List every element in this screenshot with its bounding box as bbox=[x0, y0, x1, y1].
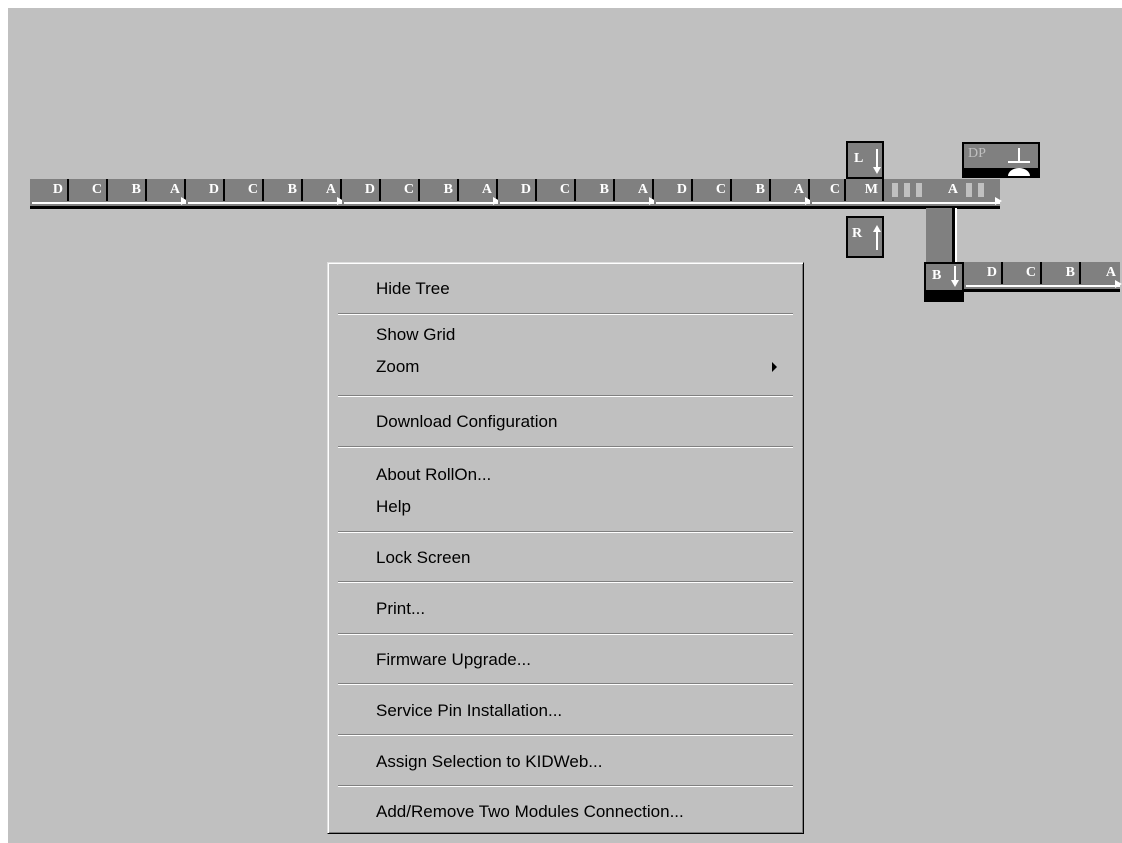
menu-separator bbox=[338, 734, 793, 736]
menu-item-download-configuration[interactable]: Download Configuration bbox=[332, 406, 799, 438]
menu-item-lock-screen[interactable]: Lock Screen bbox=[332, 542, 799, 574]
zone-4-d: D bbox=[498, 179, 537, 201]
menu-item-help[interactable]: Help bbox=[332, 491, 799, 523]
menu-item-label: Assign Selection to KIDWeb... bbox=[376, 752, 603, 771]
zone-4-c: C bbox=[537, 179, 576, 201]
dome-icon bbox=[1008, 168, 1030, 176]
branch-b-label: B bbox=[932, 268, 942, 283]
branch-zone[interactable]: D C B A bbox=[964, 262, 1122, 292]
zone-3-d: D bbox=[342, 179, 381, 201]
arrow-down-icon bbox=[873, 149, 881, 174]
merge-c: C bbox=[810, 179, 846, 201]
menu-item-label: Lock Screen bbox=[376, 548, 471, 567]
zone-3[interactable]: D C B A bbox=[342, 179, 500, 209]
menu-item-show-grid[interactable]: Show Grid bbox=[332, 319, 799, 351]
zone-5-flow-arrow bbox=[656, 197, 812, 205]
menu-item-about[interactable]: About RollOn... bbox=[332, 459, 799, 491]
roller-icon bbox=[962, 182, 992, 198]
branch-b-box[interactable]: B bbox=[924, 262, 964, 302]
menu-item-label: Hide Tree bbox=[376, 279, 450, 298]
merge-a: A bbox=[947, 182, 958, 197]
zone-1-flow-arrow bbox=[32, 197, 188, 205]
menu-item-label: Add/Remove Two Modules Connection... bbox=[376, 802, 684, 821]
zone-3-flow-arrow bbox=[344, 197, 500, 205]
merge-flow-arrow bbox=[812, 197, 1002, 205]
menu-separator bbox=[338, 683, 793, 685]
branch-connector[interactable] bbox=[926, 208, 955, 264]
zone-2-d: D bbox=[186, 179, 225, 201]
menu-item-print[interactable]: Print... bbox=[332, 593, 799, 625]
menu-item-label: About RollOn... bbox=[376, 465, 492, 484]
zone-1-b: B bbox=[108, 179, 147, 201]
menu-separator bbox=[338, 581, 793, 583]
zone-4[interactable]: D C B A bbox=[498, 179, 656, 209]
branch-c: C bbox=[1003, 262, 1042, 284]
zone-4-flow-arrow bbox=[500, 197, 656, 205]
zone-2-c: C bbox=[225, 179, 264, 201]
menu-item-label: Service Pin Installation... bbox=[376, 701, 563, 720]
menu-item-label: Print... bbox=[376, 599, 426, 618]
arrow-down-icon bbox=[951, 266, 959, 287]
menu-separator bbox=[338, 531, 793, 533]
branch-d: D bbox=[964, 262, 1003, 284]
context-menu: Hide Tree Show Grid Zoom Download Config… bbox=[327, 262, 804, 834]
left-transfer-box[interactable]: L bbox=[846, 141, 884, 179]
menu-item-add-remove-connection[interactable]: Add/Remove Two Modules Connection... bbox=[332, 796, 799, 828]
branch-b: B bbox=[1042, 262, 1081, 284]
menu-separator bbox=[338, 313, 793, 315]
menu-separator bbox=[338, 785, 793, 787]
zone-5[interactable]: D C B A bbox=[654, 179, 812, 209]
right-transfer-box[interactable]: R bbox=[846, 216, 884, 258]
zone-4-b: B bbox=[576, 179, 615, 201]
left-transfer-label: L bbox=[854, 151, 864, 166]
arrow-up-icon bbox=[873, 225, 881, 250]
menu-item-firmware-upgrade[interactable]: Firmware Upgrade... bbox=[332, 644, 799, 676]
menu-item-label: Firmware Upgrade... bbox=[376, 650, 531, 669]
right-transfer-label: R bbox=[852, 226, 863, 241]
zone-1[interactable]: D C B A bbox=[30, 179, 188, 209]
menu-separator bbox=[338, 446, 793, 448]
branch-connector-line bbox=[955, 208, 957, 264]
menu-separator bbox=[338, 395, 793, 397]
menu-item-service-pin-installation[interactable]: Service Pin Installation... bbox=[332, 695, 799, 727]
zone-5-c: C bbox=[693, 179, 732, 201]
roller-icon bbox=[890, 182, 930, 198]
merge-m: M bbox=[846, 179, 884, 201]
menu-item-hide-tree[interactable]: Hide Tree bbox=[332, 273, 799, 305]
zone-5-d: D bbox=[654, 179, 693, 201]
menu-item-label: Help bbox=[376, 497, 411, 516]
submenu-arrow-icon bbox=[772, 362, 777, 372]
zone-5-b: B bbox=[732, 179, 771, 201]
menu-item-label: Download Configuration bbox=[376, 412, 558, 431]
menu-separator bbox=[338, 633, 793, 635]
menu-item-label: Show Grid bbox=[376, 325, 456, 344]
zone-2-flow-arrow bbox=[188, 197, 344, 205]
menu-item-zoom[interactable]: Zoom bbox=[332, 351, 799, 383]
dp-label: DP bbox=[968, 146, 986, 161]
zone-2[interactable]: D C B A bbox=[186, 179, 344, 209]
zone-1-d: D bbox=[30, 179, 69, 201]
zone-3-c: C bbox=[381, 179, 420, 201]
zone-2-b: B bbox=[264, 179, 303, 201]
zone-3-b: B bbox=[420, 179, 459, 201]
menu-item-assign-selection-kidweb[interactable]: Assign Selection to KIDWeb... bbox=[332, 746, 799, 778]
menu-item-label: Zoom bbox=[376, 357, 420, 376]
dp-module[interactable]: DP bbox=[962, 142, 1040, 178]
conveyor-canvas[interactable]: D C B A D C B A D C B A D C B A D C B A … bbox=[8, 8, 1122, 843]
branch-flow-arrow bbox=[966, 280, 1122, 288]
merge-zone[interactable]: C M A bbox=[810, 179, 1002, 209]
zone-1-c: C bbox=[69, 179, 108, 201]
